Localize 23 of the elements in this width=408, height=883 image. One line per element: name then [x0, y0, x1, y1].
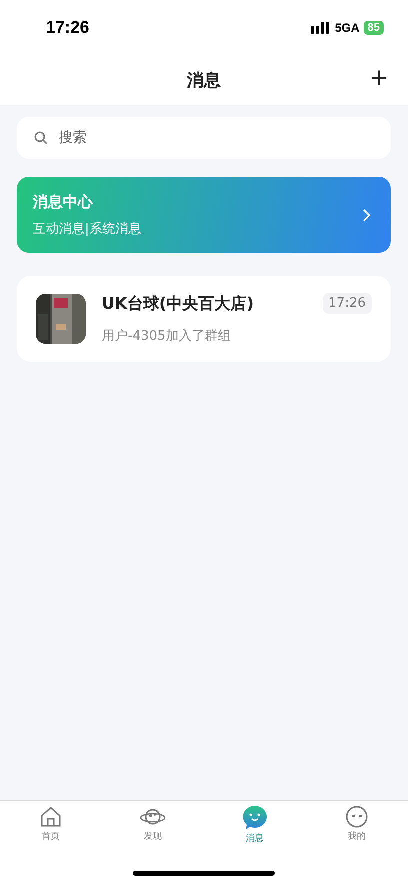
tab-item[interactable]: 消息 [215, 805, 295, 857]
face-icon [345, 805, 369, 829]
banner-title: 消息中心 [33, 192, 94, 212]
chat-preview: 用户-4305加入了群组 [102, 328, 232, 344]
banner-subtitle: 互动消息|系统消息 [33, 220, 142, 238]
add-button[interactable]: + [370, 64, 388, 94]
page-title: 消息 [187, 70, 221, 92]
battery-level: 85 [364, 21, 384, 35]
home-icon [39, 805, 63, 829]
chat-time: 17:26 [322, 293, 372, 314]
tab-item[interactable]: 发现 [113, 805, 193, 857]
search-icon [34, 131, 48, 145]
tab-item[interactable]: 我的 [317, 805, 397, 857]
search-field[interactable]: 搜索 [17, 117, 391, 159]
status-time: 17:26 [46, 18, 90, 38]
network-label: 5GA [335, 21, 360, 35]
message-center-banner[interactable]: 消息中心 互动消息|系统消息 [17, 177, 391, 253]
tab-item[interactable]: 首页 [11, 805, 91, 857]
chat-name: UK台球(中央百大店) [102, 294, 256, 314]
chat-item[interactable]: UK台球(中央百大店) 用户-4305加入了群组 17:26 [17, 276, 391, 362]
chat-bubble-icon [242, 805, 268, 831]
chevron-icon [363, 208, 371, 222]
signal-icon [311, 22, 332, 34]
